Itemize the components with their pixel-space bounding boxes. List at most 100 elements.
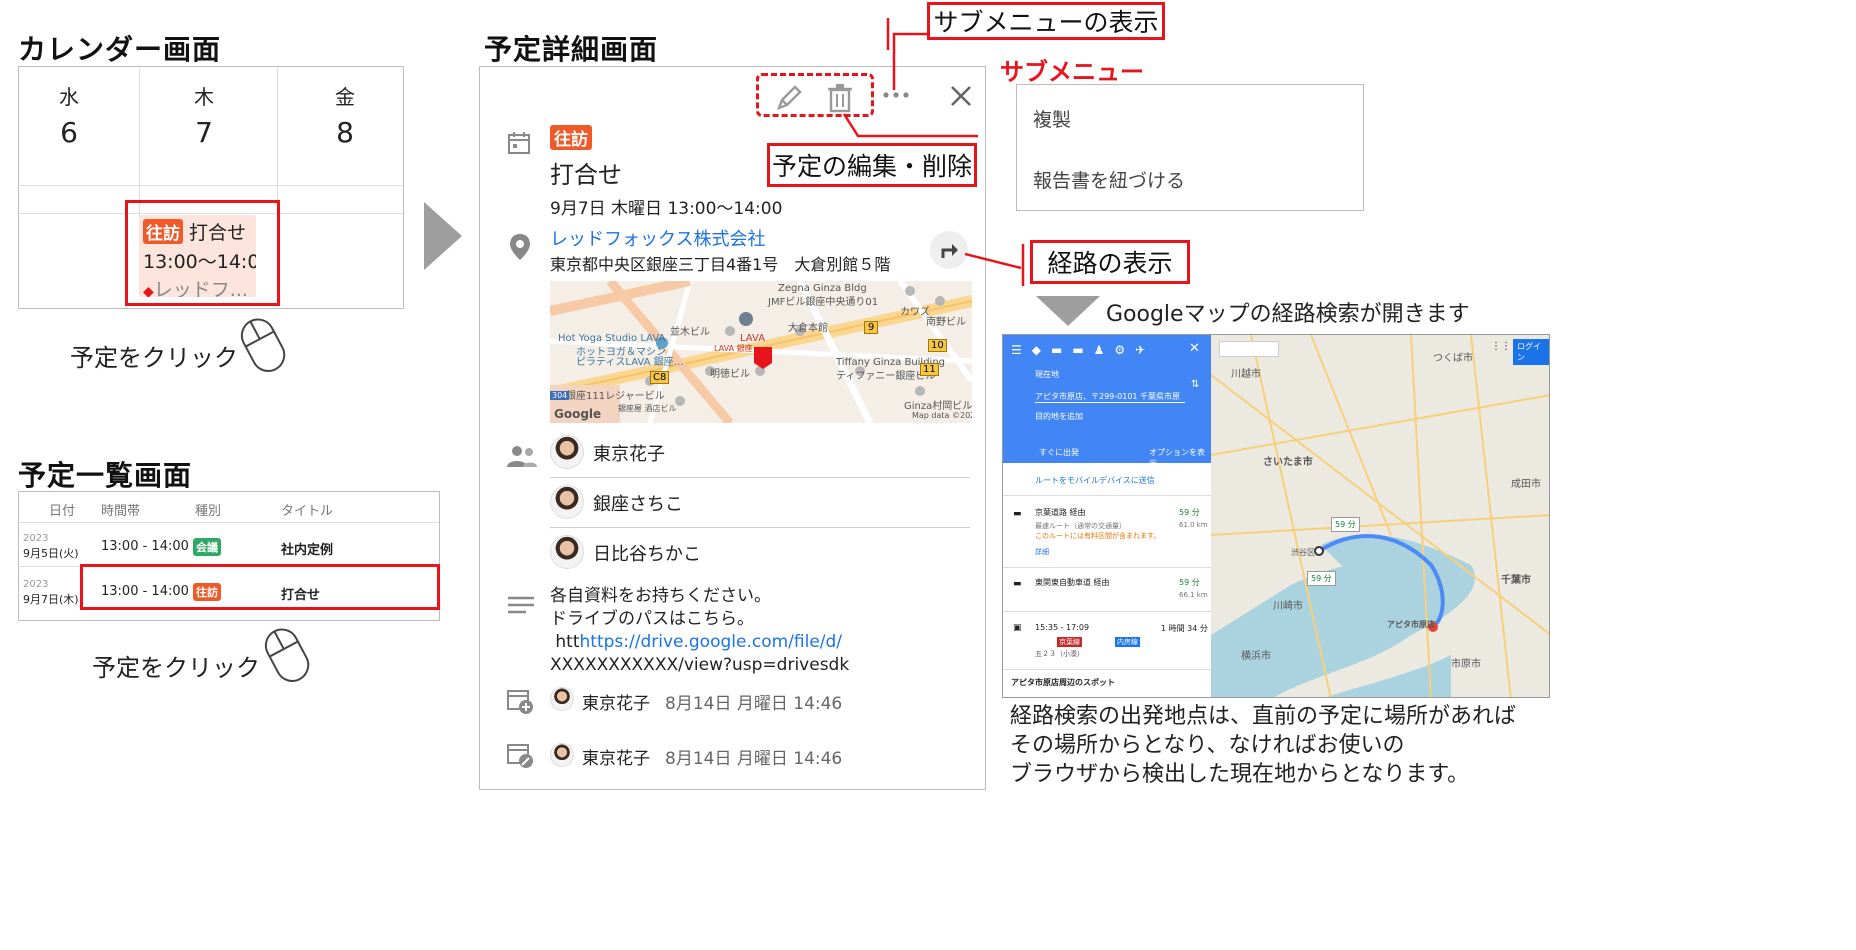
- road-badge: 304: [550, 391, 570, 400]
- weekday-label: 金: [335, 85, 355, 109]
- calendar-day-wed[interactable]: 水 6: [19, 81, 119, 149]
- memo-text: 各自資料をお持ちください。 ドライブのパスはこちら。 htthttps://dr…: [550, 585, 849, 677]
- road-badge: 11: [920, 363, 939, 376]
- row-year: 2023: [23, 579, 49, 590]
- row-title: 社内定例: [281, 543, 334, 558]
- submenu-panel: 複製 報告書を紐づける: [1016, 84, 1364, 211]
- drive-link[interactable]: https://drive.google.com/file/d/: [580, 632, 843, 652]
- search-mini-input[interactable]: [1219, 341, 1279, 357]
- travel-mode-bar: ☰◆▬▬♟⚙✈: [1011, 343, 1156, 357]
- map-label: Map data ©2023: [912, 411, 972, 420]
- turn-right-icon: [941, 244, 958, 258]
- map-label: 市原市: [1451, 659, 1481, 670]
- calendar-heading: カレンダー画面: [18, 33, 222, 66]
- submenu-item-duplicate[interactable]: 複製: [1033, 105, 1071, 132]
- duration-bubble: 59 分: [1331, 517, 1360, 532]
- map-label: 横浜市: [1241, 651, 1271, 662]
- road-badge: C8: [650, 371, 670, 384]
- calendar-event-highlight: [125, 200, 280, 306]
- callout-connector: [886, 18, 930, 90]
- map-label: さいたま市: [1263, 457, 1313, 468]
- route-name: 東関東自動車道 経由: [1035, 578, 1110, 587]
- route-details-link[interactable]: 詳細: [1035, 547, 1049, 557]
- nearby-spots[interactable]: アピタ市原店周辺のスポット: [1011, 677, 1115, 688]
- row-time: 13:00 - 14:00: [101, 539, 189, 554]
- route-duration: 59 分: [1179, 578, 1200, 587]
- directions-panel: ☰◆▬▬♟⚙✈ ✕ 現在地 アピタ市原店、〒299-0101 千葉県市原 ⇅ 目…: [1003, 335, 1211, 697]
- google-maps-caption: Googleマップの経路検索が開きます: [1106, 302, 1470, 327]
- calendar-day-thu[interactable]: 木 7: [154, 81, 254, 149]
- swap-icon[interactable]: ⇅: [1191, 379, 1199, 390]
- location-map[interactable]: Zegna Ginza Bldg JMFビル銀座中央通り01 カワズ 南野ビル …: [550, 281, 972, 423]
- callout-connector: [965, 244, 1025, 286]
- google-maps-screenshot[interactable]: ☰◆▬▬♟⚙✈ ✕ 現在地 アピタ市原店、〒299-0101 千葉県市原 ⇅ 目…: [1002, 334, 1550, 698]
- route-name: 京葉道路 経由: [1035, 508, 1086, 517]
- memo-line: 各自資料をお持ちください。: [550, 586, 771, 606]
- log-user: 東京花子: [582, 749, 650, 769]
- weekday-label: 水: [59, 85, 79, 109]
- login-button[interactable]: ログイン: [1513, 339, 1549, 365]
- directions-button[interactable]: [930, 231, 968, 269]
- log-time: 8月14日 月曜日 14:46: [665, 749, 843, 769]
- table-row[interactable]: 2023 9月5日(火) 13:00 - 14:00 会議 社内定例: [19, 523, 439, 566]
- log-time: 8月14日 月曜日 14:46: [665, 694, 843, 714]
- weekday-label: 木: [194, 85, 214, 109]
- car-icon: ▬: [1013, 509, 1022, 519]
- origin-field[interactable]: 現在地: [1035, 369, 1059, 380]
- route-option[interactable]: ▬ 京葉道路 経由 59 分 最速ルート（通常の交通量） 61.0 km このル…: [1003, 497, 1211, 571]
- address-text: 東京都中央区銀座三丁目4番1号 大倉別館５階: [550, 255, 891, 274]
- note-line: その場所からとなり、なければお使いの: [1010, 733, 1405, 758]
- day-number: 7: [195, 116, 213, 149]
- send-to-mobile[interactable]: ルートをモバイルデバイスに送信: [1035, 475, 1155, 486]
- submenu-item-link-report[interactable]: 報告書を紐づける: [1033, 166, 1185, 193]
- route-map[interactable]: ⋮⋮ ログイン さいたま市 川越市 千葉市 川崎市 横浜市 アピタ市原店 つくば…: [1211, 335, 1549, 697]
- map-label: 渋谷区: [1291, 548, 1315, 557]
- detail-heading: 予定詳細画面: [484, 33, 659, 66]
- row-kind-badge: 会議: [193, 538, 221, 556]
- map-label: アピタ市原店: [1387, 620, 1435, 629]
- log-user: 東京花子: [582, 694, 650, 714]
- note-line: 経路検索の出発地点は、直前の予定に場所があれば: [1010, 704, 1517, 729]
- duration-bubble: 59 分: [1307, 571, 1336, 586]
- submenu-heading: サブメニュー: [1000, 58, 1144, 86]
- map-label: 並木ビル: [670, 327, 710, 338]
- drive-link-rest: XXXXXXXXXXX/view?usp=drivesdk: [550, 655, 850, 675]
- options-link[interactable]: オプションを表示: [1149, 447, 1211, 469]
- close-icon[interactable]: [950, 85, 972, 107]
- list-row-highlight: [80, 564, 440, 610]
- column-title[interactable]: タイトル: [281, 500, 333, 519]
- description-icon: [508, 596, 534, 614]
- map-label: 銀座111レジャービル: [566, 391, 665, 402]
- column-time[interactable]: 時間帯: [101, 500, 140, 519]
- destination-field[interactable]: アピタ市原店、〒299-0101 千葉県市原: [1035, 391, 1185, 403]
- company-link[interactable]: レッドフォックス株式会社: [550, 225, 765, 251]
- map-label: JMFビル銀座中央通り01: [768, 297, 879, 308]
- memo-link-prefix: htt: [555, 632, 580, 652]
- train-icon: ▣: [1013, 623, 1022, 633]
- avatar: [550, 743, 574, 767]
- map-label: LAVA 銀座: [714, 344, 753, 353]
- calendar-edit-icon: [507, 744, 533, 768]
- depart-now-select[interactable]: すぐに出発: [1039, 447, 1079, 458]
- location-pin-icon: [510, 234, 530, 260]
- road-badge: 10: [928, 339, 947, 352]
- column-date[interactable]: 日付: [49, 500, 75, 519]
- line-badge: 京葉線: [1057, 637, 1082, 647]
- road-badge: 9: [864, 321, 879, 334]
- flow-arrow-down-icon: [1036, 296, 1100, 326]
- attendee-name: 東京花子: [593, 444, 665, 465]
- map-label: 成田市: [1511, 479, 1541, 490]
- route-name: 15:35 - 17:09: [1035, 623, 1090, 632]
- calendar-day-fri[interactable]: 金 8: [295, 81, 395, 149]
- route-option[interactable]: ▬ 東関東自動車道 経由 59 分 66.1 km: [1003, 569, 1211, 611]
- day-number: 8: [336, 116, 354, 149]
- close-icon[interactable]: ✕: [1189, 341, 1200, 356]
- add-destination[interactable]: 目的地を追加: [1035, 411, 1083, 422]
- mouse-icon: [240, 318, 286, 372]
- map-label: 大倉本館: [788, 323, 828, 334]
- apps-grid-icon[interactable]: ⋮⋮: [1491, 341, 1511, 352]
- callout-route-display: 経路の表示: [1030, 240, 1190, 284]
- route-option[interactable]: ▣ 15:35 - 17:09 1 時間 34 分 京葉線 内房線 五２３（小湊…: [1003, 613, 1211, 663]
- map-label: つくば市: [1433, 353, 1473, 364]
- column-kind[interactable]: 種別: [195, 500, 221, 519]
